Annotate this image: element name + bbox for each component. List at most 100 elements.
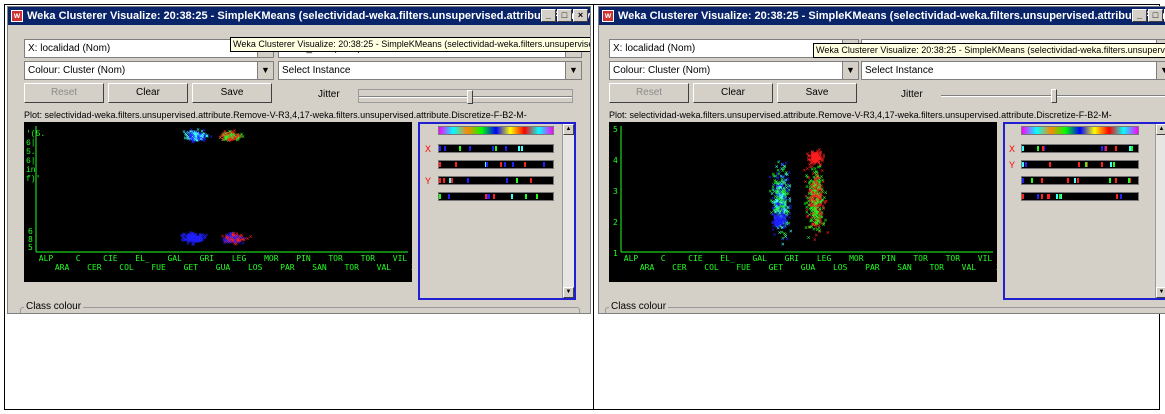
attribute-bar[interactable] bbox=[1021, 144, 1139, 153]
y-tick-label: 3 bbox=[613, 187, 618, 196]
clusterer-visualize-window-1: w Weka Clusterer Visualize: 20:38:25 - S… bbox=[7, 6, 591, 314]
attribute-bar[interactable] bbox=[438, 126, 554, 135]
slider-thumb[interactable] bbox=[467, 90, 473, 104]
class-colour-title: Class colour bbox=[24, 301, 84, 312]
plot-label: Plot: selectividad-weka.filters.unsuperv… bbox=[24, 110, 527, 120]
attribute-speck bbox=[493, 194, 495, 199]
scroll-up-icon[interactable]: ▲ bbox=[563, 124, 574, 135]
attribute-speck bbox=[1048, 194, 1050, 199]
reset-button[interactable]: Reset bbox=[609, 83, 689, 103]
attribute-bar[interactable] bbox=[1021, 126, 1139, 135]
y-marker-label: Y bbox=[1009, 160, 1016, 170]
jitter-slider[interactable] bbox=[941, 89, 1165, 103]
x-tick-label: C bbox=[661, 254, 666, 263]
attribute-speck bbox=[1077, 178, 1079, 183]
reset-button[interactable]: Reset bbox=[24, 83, 104, 103]
save-button[interactable]: Save bbox=[777, 83, 857, 103]
x-tick-label: CIE bbox=[103, 254, 118, 263]
minimize-button[interactable]: _ bbox=[1132, 9, 1147, 22]
attribute-speck bbox=[1025, 162, 1027, 167]
clear-button[interactable]: Clear bbox=[108, 83, 188, 103]
attribute-speck bbox=[485, 194, 487, 199]
x-tick-label: TOR bbox=[361, 254, 376, 263]
select-instance-select[interactable]: Select Instance ▼ bbox=[278, 61, 582, 80]
attribute-panel[interactable]: ▲ ▼ X Y bbox=[1003, 122, 1165, 300]
slider-thumb[interactable] bbox=[1051, 89, 1057, 103]
attribute-speck bbox=[506, 178, 508, 183]
attribute-speck bbox=[1116, 194, 1118, 199]
colour-value: Colour: Cluster (Nom) bbox=[28, 65, 126, 76]
data-point: × bbox=[819, 156, 823, 163]
x-tick-label: GUA bbox=[801, 263, 816, 272]
attribute-bar[interactable] bbox=[438, 176, 554, 185]
attribute-speck bbox=[449, 178, 451, 183]
x-tick-label: FUE bbox=[736, 263, 751, 272]
select-instance-select[interactable]: Select Instance ▼ bbox=[861, 61, 1165, 80]
x-tick-label: GET bbox=[769, 263, 784, 272]
class-colour-title: Class colour bbox=[609, 301, 669, 312]
y-tick-label: 5 bbox=[613, 125, 618, 134]
maximize-button[interactable]: □ bbox=[557, 9, 572, 22]
data-point: × bbox=[778, 188, 782, 195]
attribute-speck bbox=[492, 146, 494, 151]
data-point: × bbox=[196, 136, 200, 143]
attribute-speck bbox=[486, 162, 488, 167]
clear-button[interactable]: Clear bbox=[693, 83, 773, 103]
panel-scrollbar[interactable]: ▲ ▼ bbox=[1155, 124, 1165, 298]
scatter-plot[interactable]: × × × × × × × × × × × × × × × × × × × × × × × × × × × × × × × × × × × × × × × ×… bbox=[24, 122, 412, 282]
attribute-bar[interactable] bbox=[1021, 160, 1139, 169]
x-tick-label: PAR bbox=[280, 263, 295, 272]
attribute-speck bbox=[495, 146, 497, 151]
weka-logo-icon: w bbox=[11, 10, 23, 22]
jitter-slider[interactable] bbox=[358, 89, 573, 104]
minimize-button[interactable]: _ bbox=[541, 9, 556, 22]
attribute-speck bbox=[1041, 178, 1043, 183]
chevron-down-icon: ▼ bbox=[842, 62, 858, 79]
x-marker-label: X bbox=[1009, 144, 1016, 154]
x-tick-label: SAN bbox=[312, 263, 327, 272]
data-point: × bbox=[822, 220, 826, 227]
close-button[interactable]: × bbox=[573, 9, 588, 22]
x-tick-label: TOR bbox=[929, 263, 944, 272]
scroll-up-icon[interactable]: ▲ bbox=[1156, 124, 1165, 135]
colour-select[interactable]: Colour: Cluster (Nom) ▼ bbox=[609, 61, 859, 80]
x-tick-label: ALP bbox=[39, 254, 54, 263]
attribute-speck bbox=[443, 178, 445, 183]
class-colour-panel bbox=[605, 307, 1165, 313]
attribute-speck bbox=[444, 146, 446, 151]
attribute-bar[interactable] bbox=[1021, 192, 1139, 201]
attribute-speck bbox=[1101, 146, 1103, 151]
clusterer-visualize-window-2: w Weka Clusterer Visualize: 20:38:25 - S… bbox=[598, 6, 1165, 314]
scroll-down-icon[interactable]: ▼ bbox=[563, 287, 574, 298]
panel-scrollbar[interactable]: ▲ ▼ bbox=[562, 124, 574, 298]
scroll-down-icon[interactable]: ▼ bbox=[1156, 287, 1165, 298]
colour-select[interactable]: Colour: Cluster (Nom) ▼ bbox=[24, 61, 274, 80]
attribute-speck bbox=[1110, 162, 1112, 167]
attribute-speck bbox=[525, 194, 527, 199]
x-tick-label: LOS bbox=[833, 263, 848, 272]
attribute-speck bbox=[1085, 162, 1087, 167]
maximize-button[interactable]: □ bbox=[1148, 9, 1163, 22]
weka-logo-icon: w bbox=[602, 10, 614, 22]
attribute-speck bbox=[521, 146, 523, 151]
data-point: × bbox=[812, 183, 816, 190]
data-point: × bbox=[246, 236, 250, 243]
attribute-bar[interactable] bbox=[1021, 176, 1139, 185]
data-point: × bbox=[782, 179, 786, 186]
title-tooltip: Weka Clusterer Visualize: 20:38:25 - Sim… bbox=[813, 43, 1165, 58]
data-point: × bbox=[808, 203, 812, 210]
save-button[interactable]: Save bbox=[192, 83, 272, 103]
scatter-plot[interactable]: × × × × × × × × × × × × × × × × × × × × × × × × × × × × × × × × × × × × × × × ×… bbox=[609, 122, 997, 282]
data-point: × bbox=[804, 224, 808, 231]
attribute-bar[interactable] bbox=[438, 144, 554, 153]
attribute-speck bbox=[1037, 194, 1039, 199]
x-tick-label: COL bbox=[119, 263, 134, 272]
data-point: × bbox=[783, 202, 787, 209]
attribute-speck bbox=[516, 178, 518, 183]
panel-divider bbox=[593, 4, 594, 410]
title-bar: w Weka Clusterer Visualize: 20:38:25 - S… bbox=[599, 7, 1165, 25]
x-tick-label: TOR bbox=[913, 254, 928, 263]
attribute-bar[interactable] bbox=[438, 192, 554, 201]
attribute-bar[interactable] bbox=[438, 160, 554, 169]
attribute-panel[interactable]: ▲ ▼ X Y bbox=[418, 122, 576, 300]
